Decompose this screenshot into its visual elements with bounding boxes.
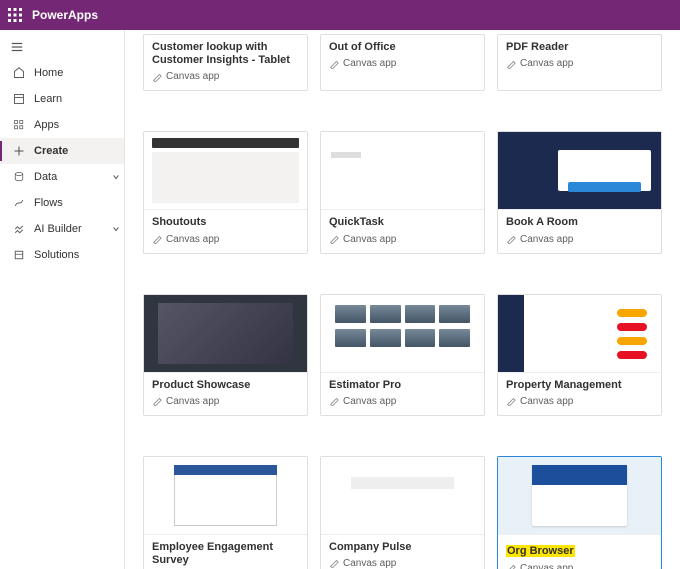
app-template-card[interactable]: Out of Office Canvas app	[320, 34, 485, 91]
app-title: PDF Reader	[506, 41, 653, 54]
app-template-card[interactable]: Employee Engagement SurveyCanvas app	[143, 456, 308, 569]
sidebar-item-flows[interactable]: Flows	[0, 190, 124, 216]
app-type: Canvas app	[329, 396, 476, 407]
app-type-label: Canvas app	[343, 558, 396, 569]
app-type: Canvas app	[506, 563, 653, 569]
app-type-label: Canvas app	[343, 396, 396, 407]
app-type-label: Canvas app	[166, 71, 219, 82]
app-template-card[interactable]: Property Management Canvas app	[497, 294, 662, 416]
sidebar-item-label: Apps	[28, 119, 124, 131]
home-icon	[10, 67, 28, 79]
app-title: Out of Office	[329, 41, 476, 54]
app-title: Org Browser	[506, 545, 575, 557]
app-type-label: Canvas app	[520, 58, 573, 69]
chevron-down-icon	[108, 173, 124, 181]
sidebar-item-label: Home	[28, 67, 124, 79]
app-title: Customer lookup with Customer Insights -…	[152, 41, 299, 67]
collapse-nav-button[interactable]	[0, 34, 124, 60]
data-icon	[10, 171, 28, 183]
app-type-label: Canvas app	[520, 234, 573, 245]
app-template-card[interactable]: Estimator Pro Canvas app	[320, 294, 485, 416]
solutions-icon	[10, 249, 28, 261]
app-type: Canvas app	[152, 234, 299, 245]
app-thumbnail	[498, 295, 661, 373]
app-template-card[interactable]: Product Showcase Canvas app	[143, 294, 308, 416]
app-type: Canvas app	[329, 234, 476, 245]
sidebar-item-label: Learn	[28, 93, 124, 105]
app-type: Canvas app	[329, 58, 476, 69]
sidebar-item-label: Create	[28, 145, 124, 157]
app-title: Shoutouts	[152, 216, 299, 229]
sidebar-item-label: Flows	[28, 197, 124, 209]
app-template-card[interactable]: Company Pulse Canvas app	[320, 456, 485, 569]
sidebar-item-label: AI Builder	[28, 223, 108, 235]
app-type: Canvas app	[506, 58, 653, 69]
sidebar-item-apps[interactable]: Apps	[0, 112, 124, 138]
app-type-label: Canvas app	[343, 234, 396, 245]
sidebar-item-ai-builder[interactable]: AI Builder	[0, 216, 124, 242]
app-type: Canvas app	[152, 396, 299, 407]
main-content: Customer lookup with Customer Insights -…	[125, 30, 680, 569]
flows-icon	[10, 197, 28, 209]
sidebar-item-create[interactable]: Create	[0, 138, 124, 164]
sidebar-item-label: Solutions	[28, 249, 124, 261]
app-template-card[interactable]: Org Browser Canvas app	[497, 456, 662, 569]
app-title: Property Management	[506, 379, 653, 392]
app-thumbnail	[498, 457, 661, 535]
app-type: Canvas app	[506, 234, 653, 245]
app-title: Company Pulse	[329, 541, 476, 554]
app-thumbnail	[498, 132, 661, 210]
sidebar-item-learn[interactable]: Learn	[0, 86, 124, 112]
global-header: PowerApps	[0, 0, 680, 30]
app-type: Canvas app	[329, 558, 476, 569]
app-title: Book A Room	[506, 216, 653, 229]
app-title: Product Showcase	[152, 379, 299, 392]
app-template-card[interactable]: Customer lookup with Customer Insights -…	[143, 34, 308, 91]
learn-icon	[10, 93, 28, 105]
sidebar-item-data[interactable]: Data	[0, 164, 124, 190]
sidebar-item-solutions[interactable]: Solutions	[0, 242, 124, 268]
apps-icon	[10, 119, 28, 131]
app-template-card[interactable]: QuickTask Canvas app	[320, 131, 485, 253]
app-thumbnail	[321, 457, 484, 535]
app-template-card[interactable]: PDF Reader Canvas app	[497, 34, 662, 91]
app-type-label: Canvas app	[520, 563, 573, 569]
app-type-label: Canvas app	[343, 58, 396, 69]
app-type: Canvas app	[506, 396, 653, 407]
app-type: Canvas app	[152, 71, 299, 82]
app-title: QuickTask	[329, 216, 476, 229]
brand-name[interactable]: PowerApps	[30, 8, 98, 22]
app-template-card[interactable]: Book A Room Canvas app	[497, 131, 662, 253]
app-template-card[interactable]: Shoutouts Canvas app	[143, 131, 308, 253]
sidebar-item-home[interactable]: Home	[0, 60, 124, 86]
app-launcher-icon[interactable]	[0, 0, 30, 30]
app-type-label: Canvas app	[166, 396, 219, 407]
ai-icon	[10, 223, 28, 235]
app-thumbnail	[321, 132, 484, 210]
app-thumbnail	[144, 457, 307, 535]
sidebar-item-label: Data	[28, 171, 108, 183]
app-thumbnail	[144, 295, 307, 373]
chevron-down-icon	[108, 225, 124, 233]
app-title: Employee Engagement Survey	[152, 541, 299, 567]
create-icon	[10, 145, 28, 157]
app-thumbnail	[144, 132, 307, 210]
app-thumbnail	[321, 295, 484, 373]
app-type-label: Canvas app	[166, 234, 219, 245]
app-type-label: Canvas app	[520, 396, 573, 407]
sidebar: Home Learn Apps Create Data Flows AI Builder So…	[0, 30, 125, 569]
app-title: Estimator Pro	[329, 379, 476, 392]
